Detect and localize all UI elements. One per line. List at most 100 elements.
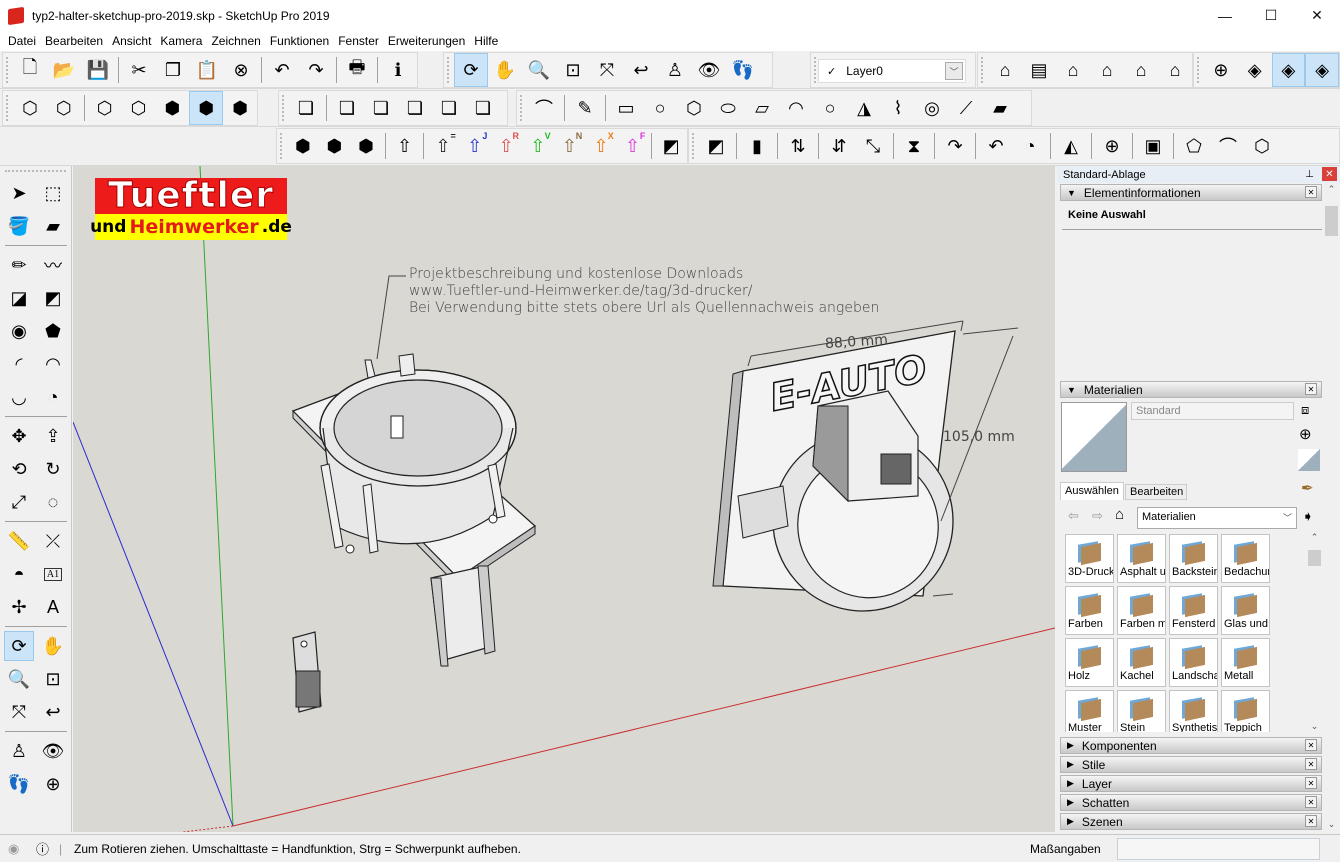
- material-folder-tile[interactable]: Stein: [1117, 690, 1166, 732]
- pan-hand-tool[interactable]: ✋: [38, 631, 68, 661]
- dimension-tool[interactable]: ⤫: [38, 526, 68, 556]
- zoom-button[interactable]: 🔍: [522, 53, 556, 87]
- follow-me-tool[interactable]: ↻: [38, 454, 68, 484]
- menu-fenster[interactable]: Fenster: [334, 34, 383, 48]
- zoom-window-tool[interactable]: ⊡: [38, 664, 68, 694]
- fredo-tube-button[interactable]: ⇅: [781, 129, 815, 163]
- joint-push-pull-f-button[interactable]: ⇧ F: [617, 129, 649, 163]
- erase-circle-button[interactable]: ⊗: [224, 53, 258, 87]
- panel-close-button[interactable]: ✕: [1305, 383, 1317, 395]
- shaded-style-button[interactable]: ⬢: [155, 91, 189, 125]
- panel-header-stile[interactable]: ▶ Stile ✕: [1060, 756, 1322, 773]
- material-folder-tile[interactable]: Landscha: [1169, 638, 1218, 687]
- home-icon[interactable]: ⌂: [1115, 506, 1124, 523]
- pencil-line-tool[interactable]: ✏: [4, 250, 34, 280]
- wireframe-mesh-button[interactable]: ⬡: [1245, 129, 1279, 163]
- eraser-pink-button[interactable]: ▰: [983, 91, 1017, 125]
- freehand-shape-button[interactable]: ⬠: [1177, 129, 1211, 163]
- collection-select[interactable]: Materialien ﹀: [1137, 507, 1297, 529]
- chevron-down-icon[interactable]: ﹀: [945, 62, 963, 80]
- display-section-cuts-button[interactable]: ◈: [1305, 53, 1339, 87]
- fredo-scale-plane-button[interactable]: ◩: [699, 129, 733, 163]
- arc-tool[interactable]: ◜: [4, 349, 34, 379]
- position-camera-button[interactable]: ♙: [658, 53, 692, 87]
- section-cut-button[interactable]: ◈: [1238, 53, 1272, 87]
- eraser-tool[interactable]: ▰: [38, 211, 68, 241]
- material-folder-tile[interactable]: Glas und: [1221, 586, 1270, 635]
- front-view-button[interactable]: ⌂: [1056, 53, 1090, 87]
- pie-tool[interactable]: ◔: [38, 382, 68, 412]
- path-tool-button[interactable]: ⌒: [1211, 129, 1245, 163]
- circle-shape-button[interactable]: ○: [813, 91, 847, 125]
- entity-info-scrollbar[interactable]: ⌃: [1323, 184, 1340, 384]
- geo-location-icon[interactable]: ◉: [8, 841, 19, 857]
- outer-shell-button[interactable]: ❏: [289, 91, 323, 125]
- materials-scrollbar[interactable]: ⌃ ⌄: [1306, 532, 1323, 732]
- material-folder-tile[interactable]: Kachel: [1117, 638, 1166, 687]
- move-tool[interactable]: ✥: [4, 421, 34, 451]
- iso-view-button[interactable]: ⌂: [988, 53, 1022, 87]
- panel-header-layer[interactable]: ▶ Layer ✕: [1060, 775, 1322, 792]
- panel-header-komponenten[interactable]: ▶ Komponenten ✕: [1060, 737, 1322, 754]
- panel-close-button[interactable]: ✕: [1305, 758, 1317, 770]
- walk-footprints-button[interactable]: 👣: [726, 53, 760, 87]
- tray-close-button[interactable]: ✕: [1322, 167, 1337, 181]
- zoom-window-button[interactable]: ⊡: [556, 53, 590, 87]
- split-button[interactable]: ❏: [466, 91, 500, 125]
- ellipse-shape-button[interactable]: ⬭: [711, 91, 745, 125]
- material-folder-tile[interactable]: Bedachun: [1221, 534, 1270, 583]
- tape-measure-tool[interactable]: 📏: [4, 526, 34, 556]
- dimension-height[interactable]: 105,0 mm: [943, 429, 1015, 445]
- pencil-arc-button[interactable]: ✎: [568, 91, 602, 125]
- material-folder-tile[interactable]: 3D-Druck: [1065, 534, 1114, 583]
- previous-view-button[interactable]: ↩: [624, 53, 658, 87]
- menu-bearbeiten[interactable]: Bearbeiten: [41, 34, 107, 48]
- rectangle-tool[interactable]: ◪: [4, 283, 34, 313]
- 3d-text-tool[interactable]: A: [38, 592, 68, 622]
- material-folder-tile[interactable]: Fensterd: [1169, 586, 1218, 635]
- zoom-tool[interactable]: 🔍: [4, 664, 34, 694]
- look-around-eye-button[interactable]: 👁: [692, 53, 726, 87]
- rotate-blue-button[interactable]: ↷: [938, 129, 972, 163]
- position-camera-tool[interactable]: ♙: [4, 736, 34, 766]
- bevel-corner-button[interactable]: ⬢: [319, 129, 351, 163]
- material-folder-tile[interactable]: Farben m: [1117, 586, 1166, 635]
- joint-push-pull-button[interactable]: ⇧ =: [427, 129, 459, 163]
- polygon-shape-button[interactable]: ⬡: [677, 91, 711, 125]
- panel-close-button[interactable]: ✕: [1305, 777, 1317, 789]
- xray-style-button[interactable]: ⬡: [13, 91, 47, 125]
- push-pull-tool[interactable]: ⇪: [38, 421, 68, 451]
- panel-close-button[interactable]: ✕: [1305, 796, 1317, 808]
- arc-shape-button[interactable]: ◠: [779, 91, 813, 125]
- offset-tool[interactable]: ◌: [38, 487, 68, 517]
- redo-button[interactable]: ↷: [299, 53, 333, 87]
- panel-header-schatten[interactable]: ▶ Schatten ✕: [1060, 794, 1322, 811]
- material-folder-tile[interactable]: Teppich: [1221, 690, 1270, 732]
- flip-updown-button[interactable]: ⇵: [822, 129, 856, 163]
- wireframe-style-button[interactable]: ⬡: [88, 91, 122, 125]
- paste-button[interactable]: 📋: [190, 53, 224, 87]
- tab-auswaehlen[interactable]: Auswählen: [1060, 482, 1124, 500]
- section-plane-tool[interactable]: ⊕: [38, 769, 68, 799]
- 3d-viewport[interactable]: E-AUTO Tueftler und Heimwerker .de Proje…: [73, 166, 1055, 832]
- hidden-line-style-button[interactable]: ⬡: [122, 91, 156, 125]
- save-button[interactable]: 💾: [81, 53, 115, 87]
- joint-push-pull-n-button[interactable]: ⇧ N: [554, 129, 586, 163]
- layer-select[interactable]: ✓ Layer0 ﹀: [818, 59, 966, 83]
- joint-push-pull-j-button[interactable]: ⇧ J: [459, 129, 491, 163]
- menu-datei[interactable]: Datei: [4, 34, 40, 48]
- panel-close-button[interactable]: ✕: [1305, 815, 1317, 827]
- top-view-button[interactable]: ▤: [1022, 53, 1056, 87]
- cone-shape-button[interactable]: ◮: [847, 91, 881, 125]
- orbit-tool[interactable]: ⟳: [4, 631, 34, 661]
- copy-button[interactable]: ❐: [156, 53, 190, 87]
- globe-button[interactable]: ⊕: [1095, 129, 1129, 163]
- trim-button[interactable]: ❏: [432, 91, 466, 125]
- tray-scrollbar[interactable]: ⌄: [1323, 740, 1340, 832]
- menu-hilfe[interactable]: Hilfe: [470, 34, 502, 48]
- intersect-button[interactable]: ❏: [330, 91, 364, 125]
- material-folder-tile[interactable]: Synthetis: [1169, 690, 1218, 732]
- rotate-red-button[interactable]: ↶: [979, 129, 1013, 163]
- back-arrow-icon[interactable]: ⇦: [1068, 508, 1079, 524]
- bend-button[interactable]: ◔: [1013, 129, 1047, 163]
